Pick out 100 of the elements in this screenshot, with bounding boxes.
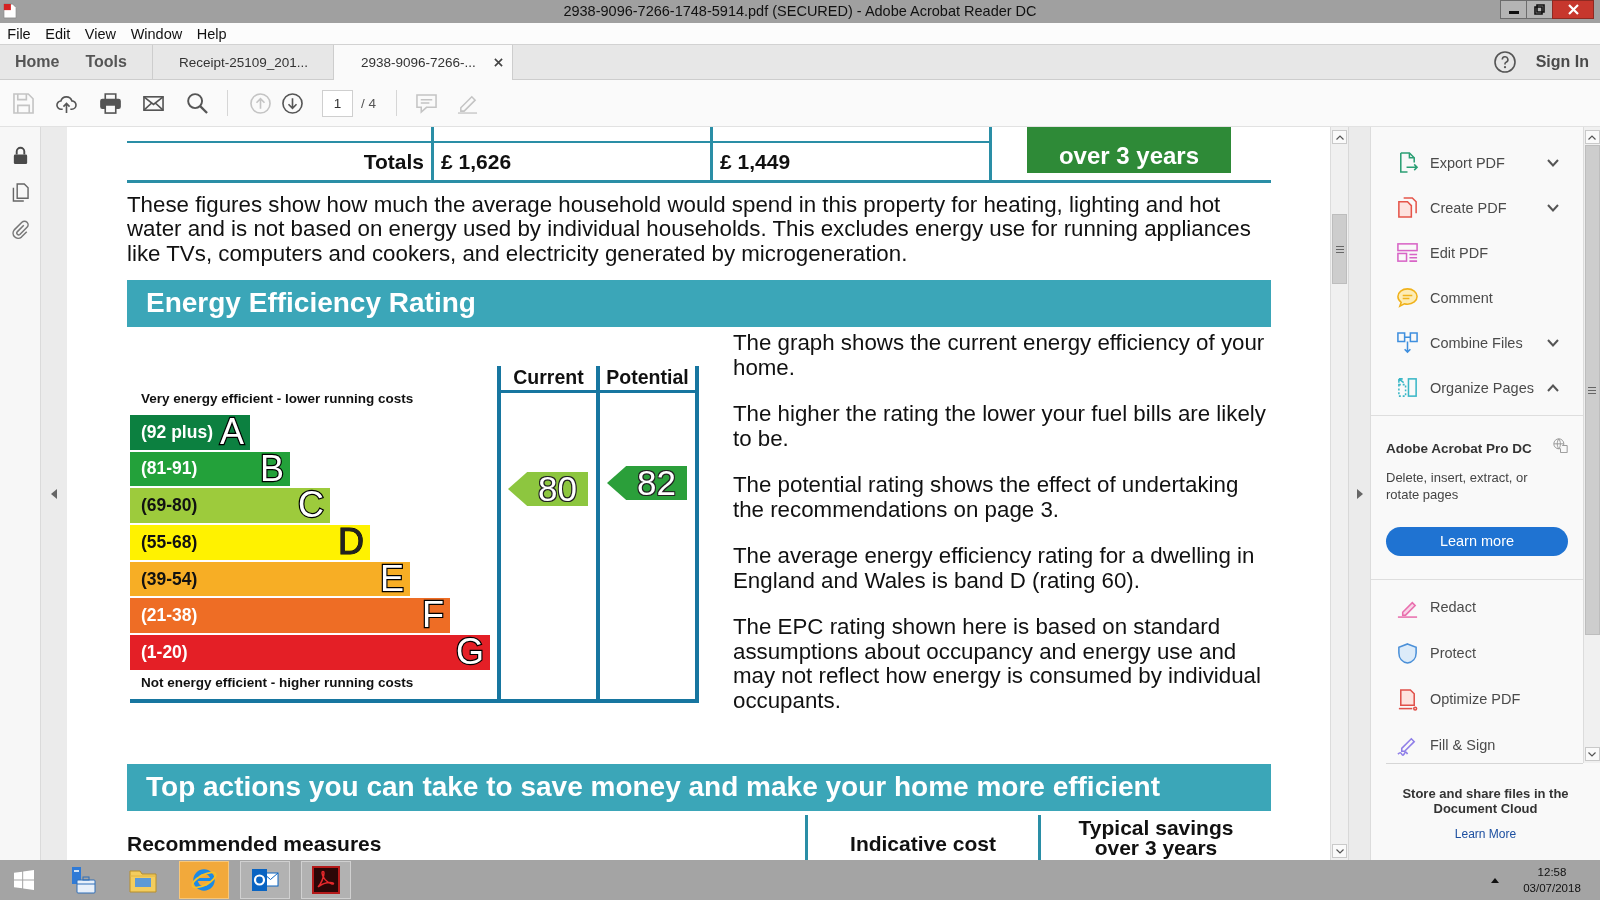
tool-item[interactable]: Fill & Sign [1371, 727, 1583, 763]
scrollbar[interactable] [1583, 127, 1600, 763]
taskbar-button[interactable] [240, 861, 290, 899]
speech-bubble-icon [1396, 286, 1419, 309]
chevron-up-icon[interactable] [1547, 383, 1559, 392]
chevron-down-icon[interactable] [1547, 203, 1559, 212]
band-letter: G [456, 635, 484, 670]
tool-item[interactable]: Combine Files [1371, 324, 1583, 361]
scrollbar-thumb[interactable] [1584, 145, 1600, 635]
section-heading: Energy Efficiency Rating [127, 280, 1271, 327]
window-title: 2938-9096-7266-1748-5914.pdf (SECURED) - Adobe Acrobat Reader DC [563, 3, 1037, 19]
pdf-app-icon [312, 866, 340, 894]
chevron-up-icon [1335, 134, 1344, 140]
scroll-down-button[interactable] [1332, 844, 1347, 858]
band-letter: B [260, 451, 284, 487]
chevron-down-icon [1335, 848, 1344, 854]
band-letter: D [338, 525, 364, 560]
nav-tab[interactable]: Tools [72, 45, 140, 79]
scroll-down-button[interactable] [1584, 747, 1600, 761]
band-letter: E [380, 561, 404, 597]
close-icon [1567, 4, 1579, 15]
chart-caption: Not energy efficient - higher running costs [140, 674, 415, 691]
band-range: (55-68) [141, 531, 198, 553]
window-panes-icon [14, 870, 34, 890]
band-range: (81-91) [141, 458, 198, 480]
chart-caption: Very energy efficient - lower running costs [140, 391, 415, 407]
grip-icon [1588, 386, 1596, 394]
savings-badge: over 3 years [1027, 127, 1231, 173]
browser-globe-icon [190, 866, 218, 894]
band-range: (21-38) [141, 605, 198, 627]
nav-tab[interactable]: Home [2, 45, 73, 79]
menu-item[interactable]: Window [123, 23, 190, 44]
section-heading: Top actions you can take to save money and make your home more efficient [127, 764, 1271, 811]
column-header: Recommended measures [127, 830, 383, 857]
menu-item[interactable]: Help [189, 23, 234, 44]
table-cell: Totals [127, 143, 434, 180]
mail-app-icon [251, 866, 279, 894]
chevron-up-icon [1588, 134, 1596, 140]
tool-item[interactable]: Protect [1371, 635, 1583, 671]
pages-arrow-icon [1396, 376, 1419, 399]
close-button[interactable] [1552, 0, 1594, 19]
shield-icon [1396, 641, 1419, 665]
rating-note: The graph shows the current energy efficiency of your home. [733, 331, 1266, 380]
band-range: (39-54) [141, 568, 198, 590]
sign-in-button[interactable]: Sign In [1535, 53, 1589, 71]
minimize-icon [1508, 11, 1519, 14]
scrollbar-thumb[interactable] [1332, 214, 1347, 284]
globe-document-icon [1553, 438, 1568, 453]
learn-more-button[interactable]: Learn more [1386, 526, 1568, 556]
page-count: / 4 [361, 95, 376, 111]
band-letter: C [298, 488, 324, 523]
tool-item[interactable]: Organize Pages [1371, 369, 1583, 406]
cost-note: These figures show how much the average household would spend in this property for heating, lighting and hot water and is not based on energy used by individual households. This excludes energy use for running appliances like TVs, computers and cookers, and electricity generated by microgeneration. [127, 192, 1252, 266]
caret-up-icon[interactable] [1491, 877, 1499, 883]
chevron-down-icon[interactable] [1547, 338, 1559, 347]
rating-note: The EPC rating shown here is based on standard assumptions about occupancy and energy use and may not reflect how energy is consumed by individual occupants. [733, 615, 1262, 713]
cloud-promo-text: Store and share files in the Document Cloud [1401, 786, 1570, 816]
grip-icon [1335, 245, 1344, 253]
close-icon[interactable] [494, 58, 503, 67]
caret-left-icon[interactable] [51, 488, 57, 499]
lock-icon[interactable] [11, 146, 29, 165]
taskbar-button[interactable] [301, 861, 351, 899]
column-header: Current [501, 366, 596, 393]
documents-icon [1396, 196, 1419, 219]
rating-note: The average energy efficiency rating for a dwelling in England and Wales is band D (rating 60). [733, 544, 1256, 593]
help-button[interactable] [1493, 51, 1516, 73]
chevron-down-icon[interactable] [1547, 158, 1559, 167]
minimize-button[interactable] [1500, 0, 1527, 19]
tool-item[interactable]: Edit PDF [1371, 234, 1583, 271]
promo-title: Adobe Acrobat Pro DC [1386, 440, 1532, 457]
page-number-field[interactable]: 1 [322, 89, 353, 117]
rating-note: The higher the rating the lower your fuel bills are likely to be. [733, 402, 1267, 451]
band-range: (69-80) [141, 495, 198, 517]
menu-item[interactable]: Edit [37, 23, 78, 44]
tool-item[interactable]: Redact [1371, 589, 1583, 625]
documents-arrow-icon [1396, 331, 1419, 354]
rating-note: The potential rating shows the effect of undertaking the recommendations on page 3. [733, 473, 1240, 522]
restore-icon [1534, 4, 1545, 15]
band-letter: F [422, 598, 444, 633]
paperclip-icon[interactable] [11, 220, 29, 239]
scrollbar[interactable] [1330, 127, 1348, 860]
scroll-up-button[interactable] [1332, 130, 1347, 144]
tool-item[interactable]: Comment [1371, 279, 1583, 316]
document-tab[interactable]: 2938-9096-7266-... [334, 45, 513, 80]
clock-time: 12:58 [1537, 865, 1567, 880]
menu-item[interactable]: File [0, 23, 38, 44]
tool-item[interactable]: Create PDF [1371, 189, 1583, 226]
learn-more-link[interactable]: Learn More [1454, 826, 1517, 842]
pdf-app-icon [3, 3, 17, 19]
scroll-up-button[interactable] [1584, 130, 1600, 144]
menu-item[interactable]: View [77, 23, 124, 44]
restore-button[interactable] [1526, 0, 1553, 19]
band-range: (1-20) [141, 641, 188, 663]
tool-item[interactable]: Optimize PDF [1371, 681, 1583, 717]
document-icon [1396, 687, 1419, 711]
caret-right-icon[interactable] [1356, 488, 1363, 499]
pages-icon[interactable] [11, 183, 29, 202]
tool-item[interactable]: Export PDF [1371, 144, 1583, 181]
band-letter: A [220, 415, 244, 450]
help-icon [1493, 51, 1516, 73]
